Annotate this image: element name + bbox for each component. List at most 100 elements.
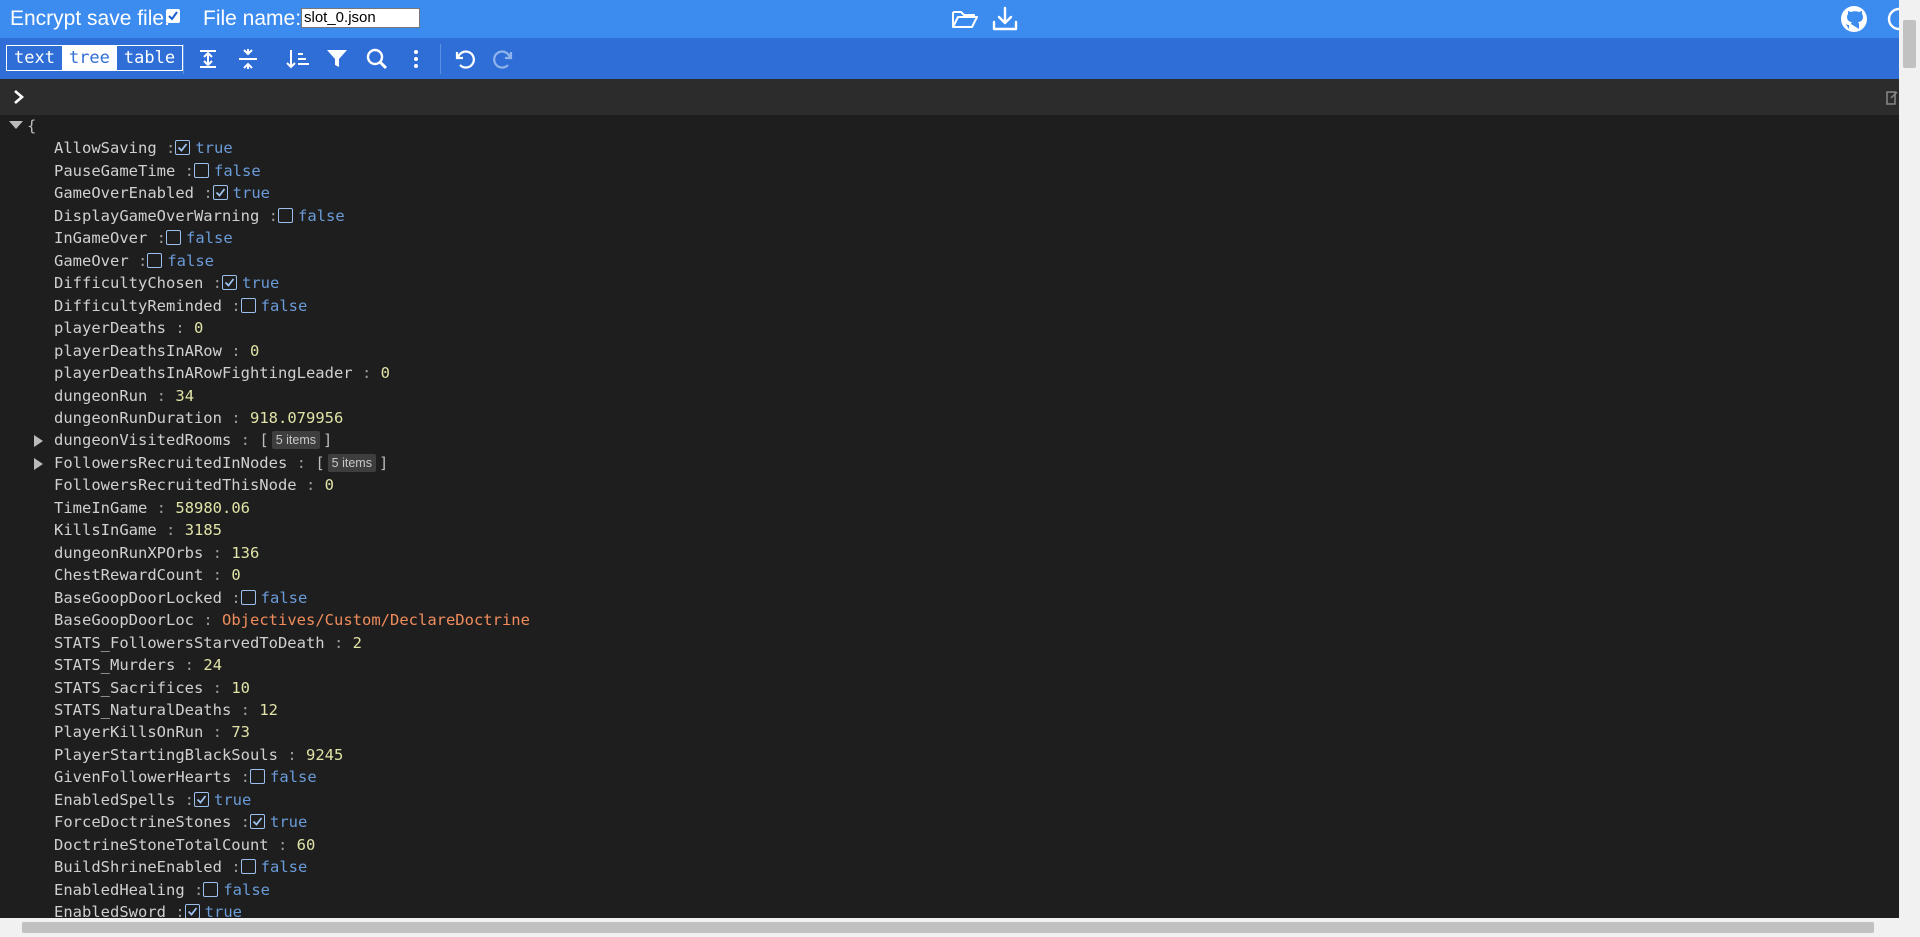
- number-value[interactable]: 73: [231, 723, 250, 741]
- tree-key[interactable]: PauseGameTime: [54, 162, 175, 180]
- filename-input[interactable]: slot_0.json: [301, 8, 420, 28]
- boolean-value[interactable]: false: [298, 207, 345, 225]
- number-value[interactable]: 9245: [306, 746, 343, 764]
- boolean-value[interactable]: false: [270, 768, 317, 786]
- boolean-value[interactable]: true: [270, 813, 307, 831]
- boolean-value[interactable]: true: [242, 274, 279, 292]
- tree-key[interactable]: STATS_Murders: [54, 656, 175, 674]
- folder-open-icon[interactable]: [950, 4, 980, 34]
- tree-key[interactable]: FollowersRecruitedThisNode: [54, 476, 297, 494]
- tree-key[interactable]: BaseGoopDoorLocked: [54, 589, 222, 607]
- boolean-checkbox[interactable]: [184, 904, 200, 918]
- tree-key[interactable]: AllowSaving: [54, 139, 157, 157]
- tree-key[interactable]: DifficultyReminded: [54, 297, 222, 315]
- tree-key[interactable]: GameOverEnabled: [54, 184, 194, 202]
- edit-path-icon[interactable]: [1885, 88, 1899, 111]
- boolean-checkbox[interactable]: [166, 230, 182, 245]
- tree-key[interactable]: playerDeathsInARowFightingLeader: [54, 364, 353, 382]
- vertical-scrollbar[interactable]: [1899, 0, 1920, 918]
- redo-icon[interactable]: [490, 46, 518, 72]
- caret-right-icon[interactable]: [34, 435, 43, 447]
- tree-key[interactable]: playerDeathsInARow: [54, 342, 222, 360]
- boolean-checkbox[interactable]: [194, 163, 210, 178]
- boolean-checkbox[interactable]: [250, 769, 265, 784]
- mode-tree-tab[interactable]: tree: [61, 46, 117, 70]
- tree-key[interactable]: InGameOver: [54, 229, 147, 247]
- boolean-value[interactable]: false: [167, 252, 214, 270]
- tree-key[interactable]: EnabledSpells: [54, 791, 175, 809]
- tree-key[interactable]: STATS_Sacrifices: [54, 679, 203, 697]
- github-icon[interactable]: [1839, 4, 1869, 34]
- tree-key[interactable]: BaseGoopDoorLoc: [54, 611, 194, 629]
- tree-key[interactable]: dungeonVisitedRooms: [54, 431, 231, 449]
- number-value[interactable]: 0: [325, 476, 334, 494]
- number-value[interactable]: 2: [353, 634, 362, 652]
- boolean-checkbox[interactable]: [212, 185, 228, 200]
- tree-key[interactable]: PlayerStartingBlackSouls: [54, 746, 278, 764]
- number-value[interactable]: 58980.06: [175, 499, 250, 517]
- number-value[interactable]: 34: [175, 387, 194, 405]
- number-value[interactable]: 3185: [185, 521, 222, 539]
- mode-text-tab[interactable]: text: [7, 46, 62, 70]
- number-value[interactable]: 0: [381, 364, 390, 382]
- tree-key[interactable]: DoctrineStoneTotalCount: [54, 836, 269, 854]
- chevron-right-icon[interactable]: [10, 88, 28, 111]
- tree-key[interactable]: GivenFollowerHearts: [54, 768, 231, 786]
- tree-key[interactable]: GameOver: [54, 252, 129, 270]
- tree-key[interactable]: ForceDoctrineStones: [54, 813, 231, 831]
- items-count-badge[interactable]: 5 items: [327, 454, 376, 472]
- sort-icon[interactable]: [284, 46, 312, 72]
- boolean-checkbox[interactable]: [147, 253, 163, 268]
- mode-table-tab[interactable]: table: [117, 46, 182, 70]
- tree-key[interactable]: playerDeaths: [54, 319, 166, 337]
- tree-key[interactable]: DifficultyChosen: [54, 274, 203, 292]
- items-count-badge[interactable]: 5 items: [271, 431, 320, 449]
- filter-icon[interactable]: [323, 46, 351, 72]
- number-value[interactable]: 918.079956: [250, 409, 343, 427]
- tree-key[interactable]: TimeInGame: [54, 499, 147, 517]
- caret-right-icon[interactable]: [34, 458, 43, 470]
- scroll-thumb[interactable]: [1903, 20, 1916, 68]
- number-value[interactable]: 0: [250, 342, 259, 360]
- boolean-checkbox[interactable]: [203, 882, 219, 897]
- tree-key[interactable]: PlayerKillsOnRun: [54, 723, 203, 741]
- boolean-value[interactable]: false: [223, 881, 270, 899]
- tree-key[interactable]: STATS_NaturalDeaths: [54, 701, 231, 719]
- search-icon[interactable]: [363, 46, 391, 72]
- boolean-checkbox[interactable]: [222, 275, 237, 290]
- boolean-checkbox[interactable]: [278, 208, 293, 223]
- boolean-value[interactable]: false: [214, 162, 261, 180]
- download-icon[interactable]: [990, 4, 1020, 34]
- expand-all-icon[interactable]: [194, 46, 222, 72]
- collapse-all-icon[interactable]: [234, 46, 262, 72]
- boolean-value[interactable]: true: [195, 139, 232, 157]
- number-value[interactable]: 24: [203, 656, 222, 674]
- boolean-checkbox[interactable]: [240, 859, 256, 874]
- boolean-checkbox[interactable]: [240, 590, 256, 605]
- boolean-value[interactable]: true: [233, 184, 270, 202]
- number-value[interactable]: 0: [194, 319, 203, 337]
- tree-key[interactable]: EnabledHealing: [54, 881, 185, 899]
- tree-key[interactable]: KillsInGame: [54, 521, 157, 539]
- string-value[interactable]: Objectives/Custom/DeclareDoctrine: [222, 611, 530, 629]
- tree-key[interactable]: dungeonRunXPOrbs: [54, 544, 203, 562]
- more-icon[interactable]: [402, 46, 430, 72]
- boolean-value[interactable]: false: [261, 589, 308, 607]
- scroll-thumb[interactable]: [22, 922, 1874, 933]
- number-value[interactable]: 12: [259, 701, 278, 719]
- boolean-checkbox[interactable]: [175, 140, 191, 155]
- boolean-checkbox[interactable]: [240, 298, 256, 313]
- horizontal-scrollbar[interactable]: [0, 918, 1920, 937]
- encrypt-checkbox[interactable]: [166, 9, 180, 23]
- tree-key[interactable]: DisplayGameOverWarning: [54, 207, 259, 225]
- tree-key[interactable]: STATS_FollowersStarvedToDeath: [54, 634, 325, 652]
- number-value[interactable]: 10: [231, 679, 250, 697]
- boolean-value[interactable]: false: [186, 229, 233, 247]
- tree-key[interactable]: BuildShrineEnabled: [54, 858, 222, 876]
- theme-toggle-icon[interactable]: [1884, 4, 1899, 34]
- tree-key[interactable]: dungeonRunDuration: [54, 409, 222, 427]
- tree-key[interactable]: EnabledSword: [54, 903, 166, 918]
- tree-key[interactable]: dungeonRun: [54, 387, 147, 405]
- undo-icon[interactable]: [450, 46, 478, 72]
- boolean-checkbox[interactable]: [250, 814, 265, 829]
